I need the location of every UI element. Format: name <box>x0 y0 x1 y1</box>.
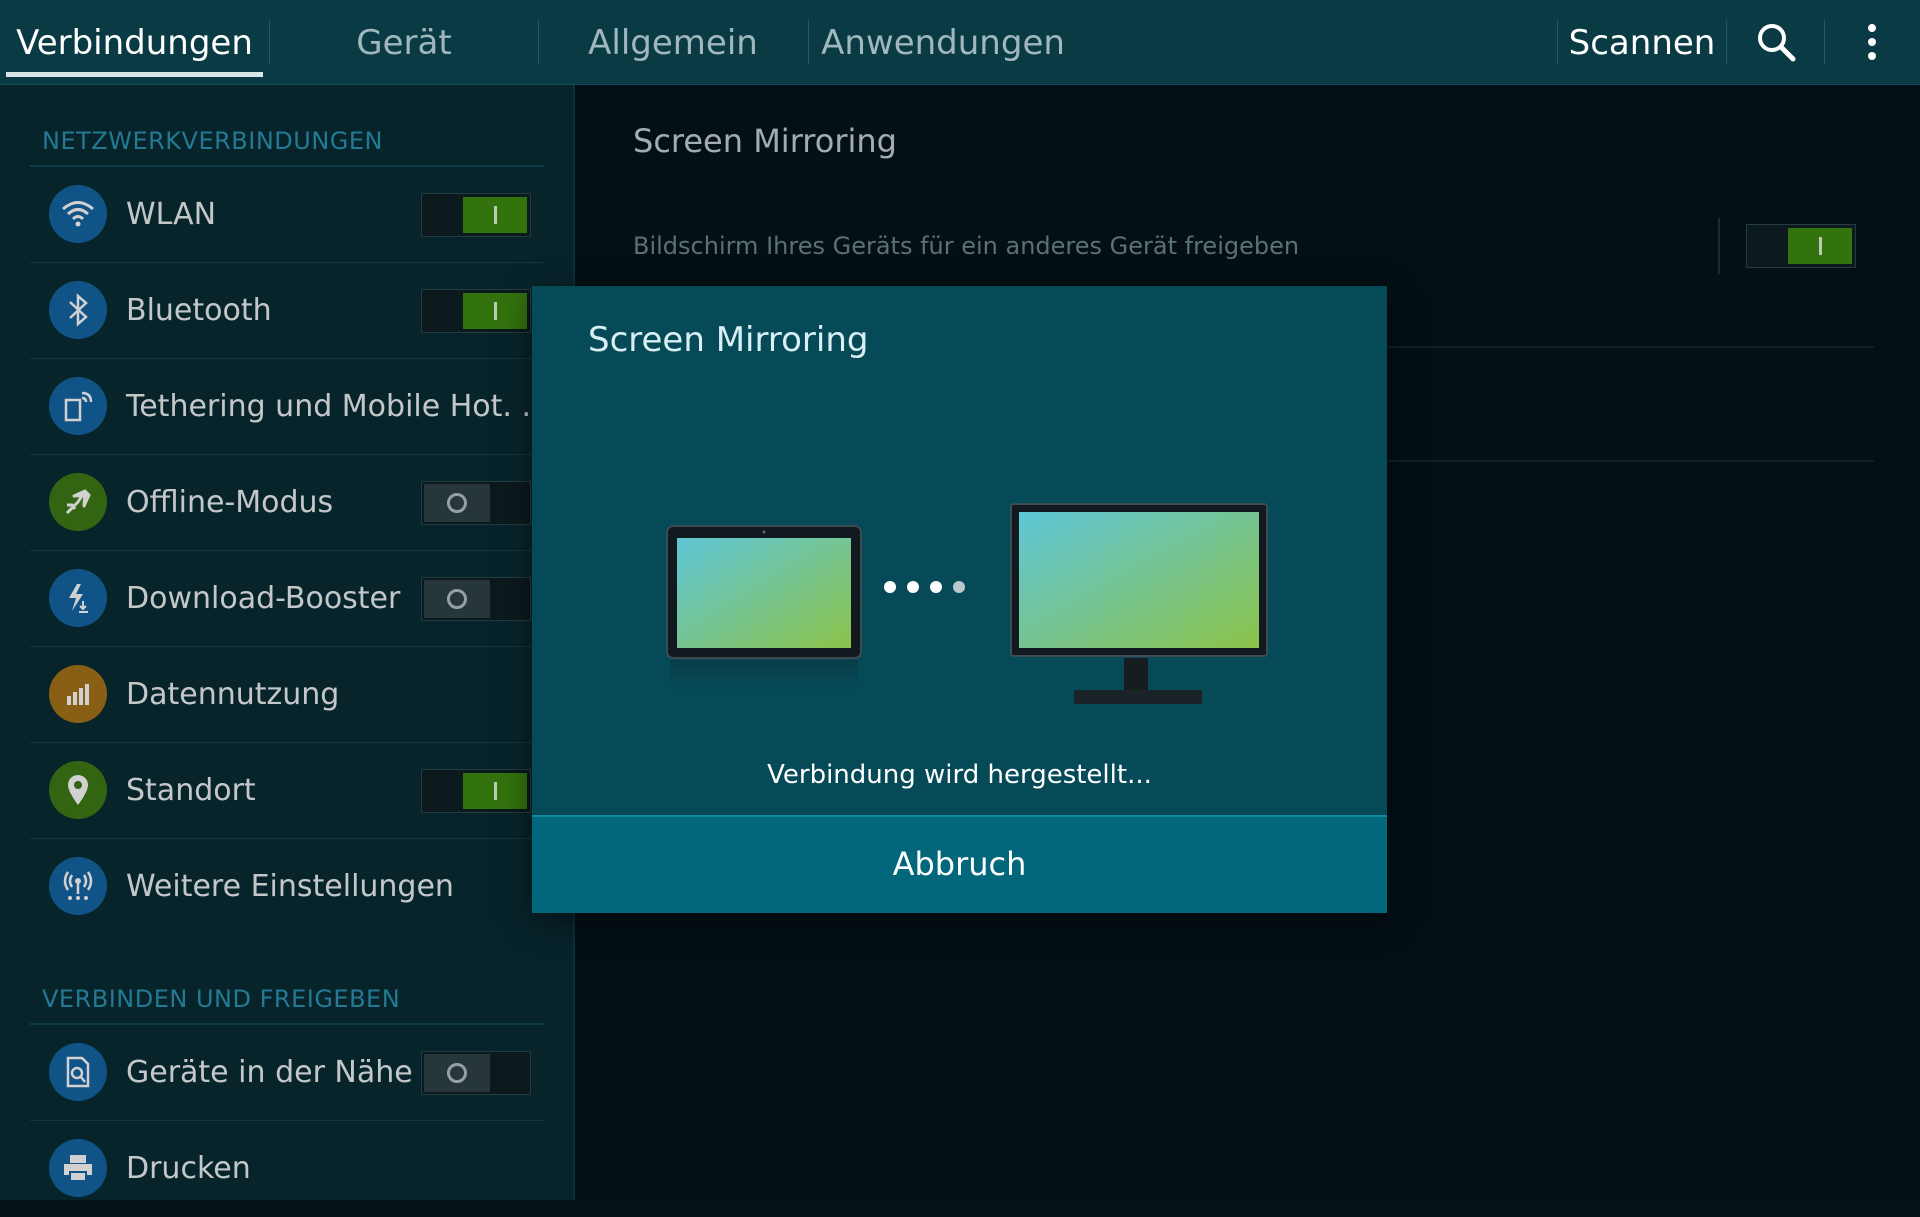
search-icon[interactable] <box>1748 14 1804 70</box>
tab-anwendungen[interactable]: Anwendungen <box>809 0 1077 84</box>
scan-button[interactable]: Scannen <box>1558 0 1726 84</box>
connection-status-text: Verbindung wird hergestellt... <box>767 760 1152 790</box>
action-divider <box>1726 20 1727 64</box>
screen-mirroring-dialog: Screen Mirroring Verbindung wird hergest… <box>532 286 1387 913</box>
tablet-icon <box>666 525 862 700</box>
tv-monitor-icon <box>1010 503 1268 704</box>
connecting-dots-icon <box>884 581 965 593</box>
cancel-button[interactable]: Abbruch <box>532 815 1387 913</box>
tab-geraet[interactable]: Gerät <box>270 0 538 84</box>
mirroring-illustration <box>666 503 1268 704</box>
action-bar: Verbindungen Gerät Allgemein Anwendungen… <box>0 0 1920 85</box>
active-tab-indicator <box>6 72 263 77</box>
action-divider <box>1824 20 1825 64</box>
tab-allgemein[interactable]: Allgemein <box>539 0 807 84</box>
more-vert-icon[interactable] <box>1843 14 1901 70</box>
